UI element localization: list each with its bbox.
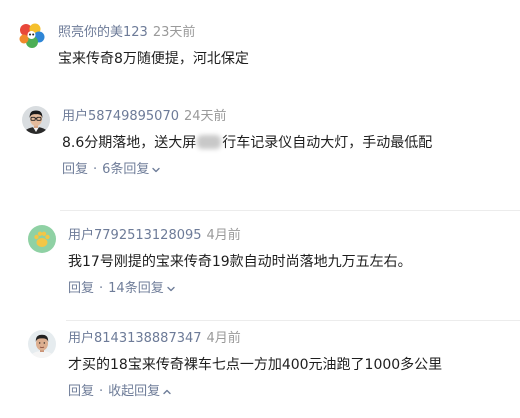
timestamp: 24天前	[183, 109, 227, 124]
user-avatar[interactable]	[28, 225, 56, 253]
comment-header: 用户7792513128095 4月前	[68, 228, 241, 244]
comment-list: 照亮你的美123 23天前 宝来传奇8万随便提，河北保定 用户5874989507…	[0, 0, 520, 418]
view-replies-button[interactable]: 6条回复	[102, 162, 149, 178]
chevron-down-icon-graphic	[152, 167, 161, 173]
chevron-down-icon[interactable]	[151, 165, 161, 175]
separator-dot: ·	[99, 384, 104, 399]
reply-bar: 回复 · 收起回复	[68, 384, 172, 400]
comment-header: 照亮你的美123 23天前	[58, 25, 195, 41]
chevron-up-icon[interactable]	[162, 387, 172, 397]
chevron-up-icon-graphic	[163, 389, 171, 395]
comment-text: 才买的18宝来传奇裸车七点一方加400元油跑了1000多公里	[68, 357, 443, 373]
comment-text: 宝来传奇8万随便提，河北保定	[58, 51, 249, 67]
user-avatar[interactable]	[22, 106, 50, 134]
username[interactable]: 照亮你的美123	[58, 25, 148, 40]
chevron-down-icon-graphic	[167, 286, 175, 292]
user-avatar[interactable]	[16, 20, 46, 50]
reply-button[interactable]: 回复	[68, 384, 94, 400]
timestamp: 4月前	[206, 331, 241, 346]
separator-dot: ·	[93, 162, 98, 177]
separator-dot: ·	[99, 281, 104, 296]
green-paw-avatar-icon	[28, 225, 56, 253]
reply-bar: 回复 · 14条回复	[68, 281, 176, 297]
comment-header: 用户58749895070 24天前	[62, 109, 227, 125]
username[interactable]: 用户8143138887347	[68, 331, 202, 346]
man-portrait-avatar-icon	[28, 330, 56, 358]
redacted-blur	[197, 135, 222, 149]
chevron-down-icon[interactable]	[166, 284, 176, 294]
reply-button[interactable]: 回复	[68, 281, 94, 297]
comment-text: 8.6分期落地，送大屏 行车记录仪自动大灯，手动最低配	[62, 134, 432, 152]
reply-button[interactable]: 回复	[62, 162, 88, 178]
username[interactable]: 用户7792513128095	[68, 228, 202, 243]
timestamp: 23天前	[152, 25, 196, 40]
user-avatar[interactable]	[28, 330, 56, 358]
reply-bar: 回复 · 6条回复	[62, 162, 161, 178]
man-with-glasses-avatar-icon	[22, 106, 50, 134]
divider	[60, 210, 520, 211]
view-replies-button[interactable]: 14条回复	[108, 281, 164, 297]
divider	[66, 320, 520, 321]
comment-text-part: 行车记录仪自动大灯，手动最低配	[222, 135, 433, 151]
comment-header: 用户8143138887347 4月前	[68, 331, 241, 347]
timestamp: 4月前	[206, 228, 241, 243]
username[interactable]: 用户58749895070	[62, 109, 179, 124]
comment-text-part: 8.6分期落地，送大屏	[62, 135, 197, 151]
collapse-replies-button[interactable]: 收起回复	[108, 384, 160, 400]
colorful-cartoon-avatar-icon	[16, 20, 46, 50]
comment-text: 我17号刚提的宝来传奇19款自动时尚落地九万五左右。	[68, 254, 412, 270]
